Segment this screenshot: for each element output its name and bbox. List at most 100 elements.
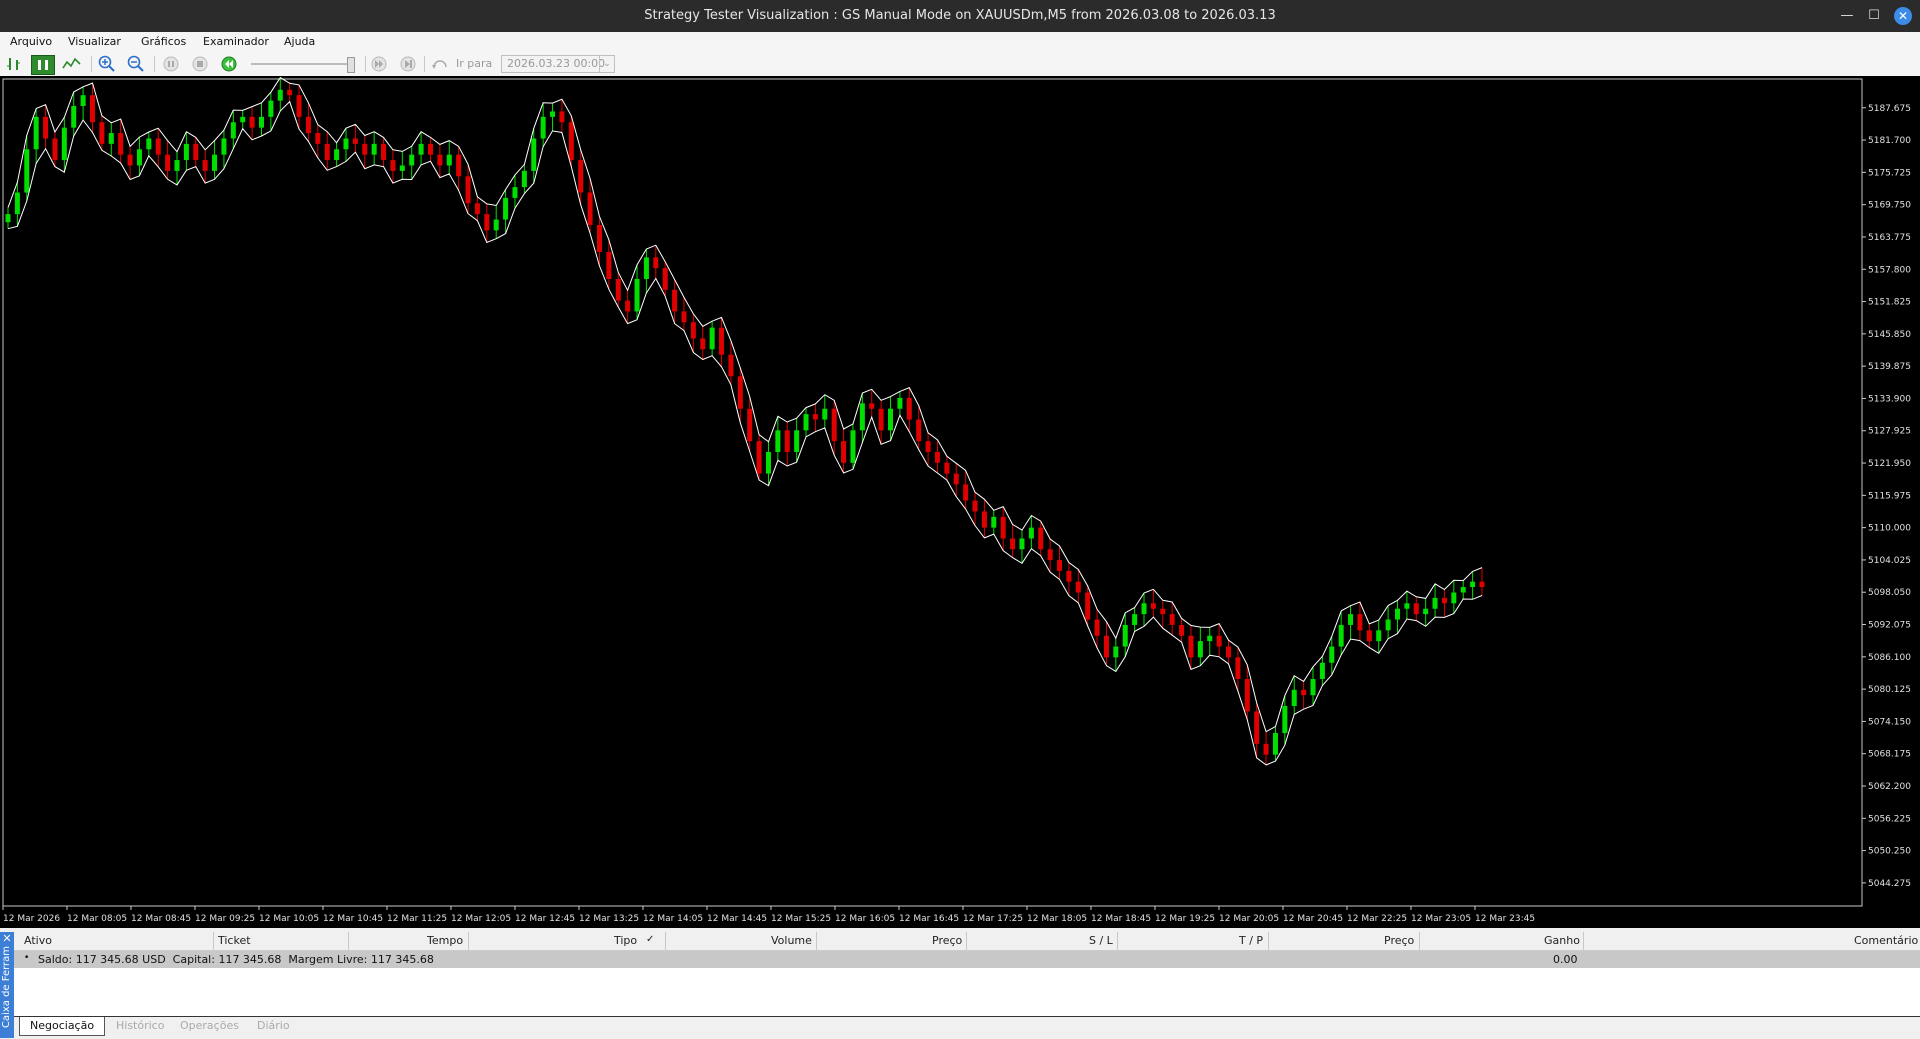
bear-candle xyxy=(756,441,762,474)
goto-icon[interactable] xyxy=(431,56,449,72)
column-divider[interactable] xyxy=(468,932,469,950)
y-tick-label: 5169.750 xyxy=(1868,201,1911,211)
bear-candle xyxy=(568,122,574,161)
bear-candle xyxy=(963,484,969,501)
bull-candle xyxy=(268,100,274,117)
line-chart-icon[interactable] xyxy=(62,56,82,72)
skip-forward-icon[interactable] xyxy=(371,56,387,72)
toolbox-label[interactable]: Caixa de Ferram xyxy=(0,942,14,1032)
menu-visualizar[interactable]: Visualizar xyxy=(68,35,121,48)
menu-examinador[interactable]: Examinador xyxy=(203,35,269,48)
bull-candle xyxy=(1141,603,1147,615)
bull-candle xyxy=(1272,733,1278,755)
col-ganho[interactable]: Ganho xyxy=(1544,934,1580,947)
stop-icon[interactable] xyxy=(192,56,208,72)
bear-candle xyxy=(690,322,696,339)
bear-candle xyxy=(43,116,49,139)
price-chart[interactable]: 5187.675 5181.700 5175.725 5169.750 5163.775… xyxy=(0,76,1920,928)
zoom-out-icon[interactable] xyxy=(127,55,145,73)
play-speed-icon[interactable] xyxy=(221,56,237,72)
tab-historico[interactable]: Histórico xyxy=(116,1017,164,1035)
bear-candle xyxy=(1301,689,1307,696)
bear-candle xyxy=(606,251,612,279)
bull-candle xyxy=(221,138,227,155)
bull-candle xyxy=(1028,527,1034,539)
minimize-button[interactable]: — xyxy=(1838,7,1856,25)
x-tick-label: 12 Mar 17:25 xyxy=(963,914,1023,924)
bear-candle xyxy=(737,376,743,409)
bull-candle xyxy=(1113,646,1119,658)
row-bullet-icon: • xyxy=(24,953,30,963)
bear-candle xyxy=(925,441,931,452)
bear-candle xyxy=(1226,646,1232,658)
bull-candle xyxy=(512,187,518,198)
column-divider[interactable] xyxy=(1583,932,1584,950)
menu-graficos[interactable]: Gráficos xyxy=(141,35,186,48)
col-preco[interactable]: Preço xyxy=(932,934,962,947)
menu-arquivo[interactable]: Arquivo xyxy=(10,35,52,48)
bear-candle xyxy=(89,95,95,123)
balance-row[interactable]: • Saldo: 117 345.68 USD Capital: 117 345… xyxy=(14,951,1920,968)
bear-candle xyxy=(1479,581,1485,588)
bear-candle xyxy=(672,289,678,312)
column-divider[interactable] xyxy=(816,932,817,950)
candlestick-chart-button[interactable] xyxy=(31,55,55,75)
chevron-down-icon[interactable]: ⌄ xyxy=(599,56,614,72)
y-tick-label: 5115.975 xyxy=(1868,491,1911,501)
chart-area[interactable]: 5187.675 5181.700 5175.725 5169.750 5163.775… xyxy=(0,76,1920,928)
column-divider[interactable] xyxy=(966,932,967,950)
bear-candle xyxy=(841,441,847,463)
bull-candle xyxy=(1460,587,1466,593)
y-tick-label: 5062.200 xyxy=(1868,782,1911,792)
col-sl[interactable]: S / L xyxy=(1089,934,1113,947)
speed-slider-handle[interactable] xyxy=(347,57,355,73)
bar-chart-icon[interactable] xyxy=(5,56,23,72)
col-volume[interactable]: Volume xyxy=(771,934,812,947)
col-comentario[interactable]: Comentário xyxy=(1854,934,1918,947)
x-tick-label: 12 Mar 14:45 xyxy=(707,914,767,924)
speed-slider[interactable] xyxy=(251,63,351,65)
y-tick-label: 5127.925 xyxy=(1868,427,1911,437)
goto-date-field[interactable]: 2026.03.23 00:00 ⌄ xyxy=(501,55,615,73)
toolbar-divider xyxy=(365,56,366,72)
col-tipo[interactable]: Tipo xyxy=(614,934,637,947)
col-tempo[interactable]: Tempo xyxy=(427,934,463,947)
bull-candle xyxy=(765,451,771,474)
bear-candle xyxy=(653,257,659,269)
col-ativo[interactable]: Ativo xyxy=(24,934,52,947)
column-divider[interactable] xyxy=(348,932,349,950)
col-ticket[interactable]: Ticket xyxy=(218,934,251,947)
bull-candle xyxy=(1329,646,1335,663)
bull-candle xyxy=(1404,603,1410,609)
bull-candle xyxy=(775,430,781,452)
y-tick-label: 5187.675 xyxy=(1868,104,1911,114)
column-divider[interactable] xyxy=(1117,932,1118,950)
tab-negociacao[interactable]: Negociação xyxy=(19,1017,106,1036)
maximize-button[interactable]: ☐ xyxy=(1865,7,1883,25)
bear-candle xyxy=(869,403,875,409)
column-divider[interactable] xyxy=(213,932,214,950)
bull-candle xyxy=(550,111,556,117)
col-tp[interactable]: T / P xyxy=(1239,934,1263,947)
tab-operacoes[interactable]: Operações xyxy=(180,1017,239,1035)
skip-end-icon[interactable] xyxy=(400,56,416,72)
zoom-in-icon[interactable] xyxy=(98,55,116,73)
y-tick-label: 5080.125 xyxy=(1868,685,1911,695)
column-divider[interactable] xyxy=(665,932,666,950)
bull-candle xyxy=(183,143,189,161)
profit-value: 0.00 xyxy=(1553,953,1578,966)
bear-candle xyxy=(465,176,471,204)
bear-candle xyxy=(1075,581,1081,593)
y-tick-label: 5104.025 xyxy=(1868,556,1911,566)
pause-icon[interactable] xyxy=(163,56,179,72)
column-divider[interactable] xyxy=(1268,932,1269,950)
tab-diario[interactable]: Diário xyxy=(257,1017,290,1035)
bear-candle xyxy=(99,122,105,144)
menu-ajuda[interactable]: Ajuda xyxy=(284,35,315,48)
col-preco-2[interactable]: Preço xyxy=(1384,934,1414,947)
close-button[interactable]: ✕ xyxy=(1894,7,1912,25)
bull-candle xyxy=(1338,624,1344,647)
x-tick-label: 12 Mar 2026 xyxy=(3,914,60,924)
column-divider[interactable] xyxy=(1419,932,1420,950)
bull-candle xyxy=(1019,538,1025,550)
